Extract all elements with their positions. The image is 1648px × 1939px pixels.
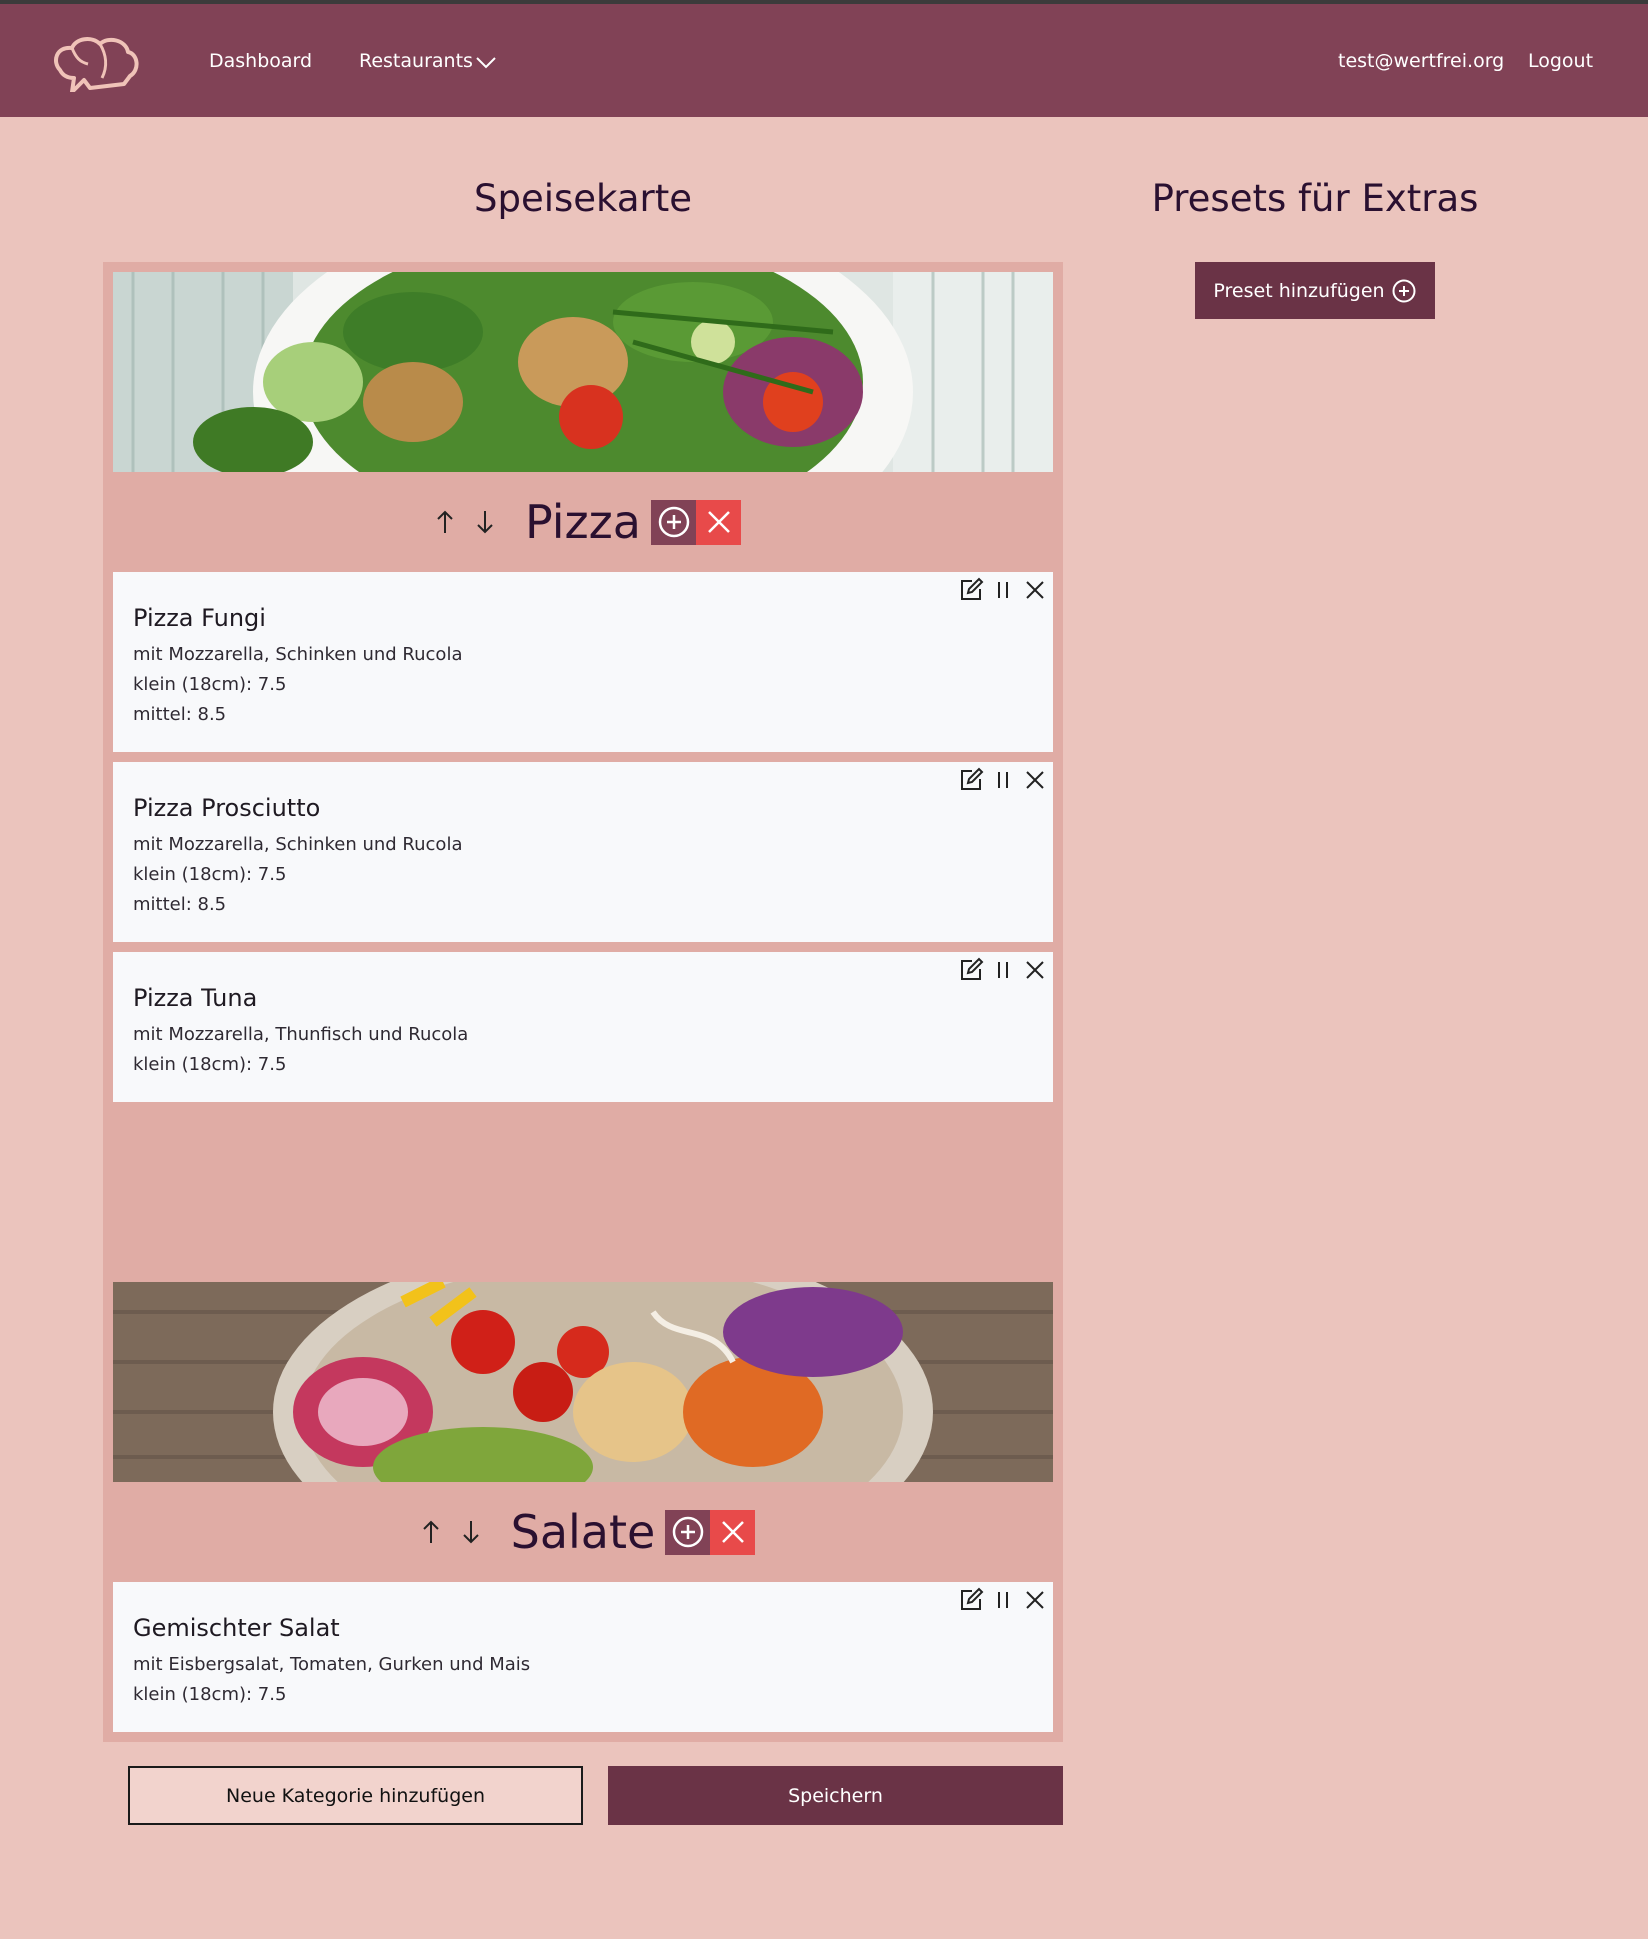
item-price: klein (18cm): 7.5	[133, 1684, 287, 1705]
arrow-down-icon[interactable]	[471, 506, 499, 538]
item-price: mittel: 8.5	[133, 894, 227, 915]
close-icon[interactable]	[1021, 956, 1049, 984]
add-preset-label: Preset hinzufügen	[1213, 279, 1385, 302]
nav-restaurants-dropdown[interactable]: Restaurants	[359, 50, 497, 72]
arrow-up-icon[interactable]	[431, 506, 459, 538]
item-price: klein (18cm): 7.5	[133, 674, 287, 695]
plus-circle-icon	[1392, 279, 1416, 302]
close-icon[interactable]	[1021, 766, 1049, 794]
arrow-down-icon[interactable]	[457, 1516, 485, 1548]
delete-category-button[interactable]	[696, 499, 741, 545]
item-title: Pizza Fungi	[133, 604, 266, 632]
category-title: Salate	[510, 1505, 656, 1559]
close-icon	[721, 1521, 744, 1543]
close-icon	[707, 511, 730, 533]
add-category-button[interactable]: Neue Kategorie hinzufügen	[128, 1766, 583, 1825]
item-tools	[957, 1586, 1049, 1614]
item-description: mit Mozzarella, Schinken und Rucola	[133, 834, 463, 855]
edit-icon[interactable]	[957, 1586, 985, 1614]
pause-icon[interactable]	[989, 956, 1017, 984]
item-tools	[957, 956, 1049, 984]
add-item-button[interactable]	[651, 499, 696, 545]
pause-icon[interactable]	[989, 766, 1017, 794]
pause-icon[interactable]	[989, 1586, 1017, 1614]
item-price: klein (18cm): 7.5	[133, 1054, 287, 1075]
category-image-salate	[113, 1282, 1053, 1482]
menu-panel: Pizza Pizza Fungi mit Mozzarella, Schink…	[103, 262, 1063, 1742]
navbar: Dashboard Restaurants test@wertfrei.org …	[0, 4, 1648, 117]
save-button[interactable]: Speichern	[608, 1766, 1063, 1825]
plus-circle-icon	[658, 506, 689, 538]
item-tools	[957, 766, 1049, 794]
edit-icon[interactable]	[957, 576, 985, 604]
menu-item-card: Pizza Fungi mit Mozzarella, Schinken und…	[113, 572, 1053, 752]
presets-heading: Presets für Extras	[1151, 177, 1479, 220]
nav-dashboard-link[interactable]: Dashboard	[209, 50, 312, 72]
close-icon[interactable]	[1021, 1586, 1049, 1614]
close-icon[interactable]	[1021, 576, 1049, 604]
category-header-salate: Salate	[103, 1502, 1063, 1562]
item-title: Gemischter Salat	[133, 1614, 340, 1642]
delete-category-button[interactable]	[710, 1509, 756, 1555]
item-description: mit Eisbergsalat, Tomaten, Gurken und Ma…	[133, 1654, 531, 1675]
nav-restaurants-label: Restaurants	[359, 50, 473, 72]
category-title: Pizza	[525, 495, 641, 549]
menu-heading: Speisekarte	[474, 177, 692, 220]
arrow-up-icon[interactable]	[417, 1516, 445, 1548]
category-header-pizza: Pizza	[103, 492, 1063, 552]
add-preset-button[interactable]: Preset hinzufügen	[1195, 262, 1435, 319]
menu-item-card: Pizza Prosciutto mit Mozzarella, Schinke…	[113, 762, 1053, 942]
pause-icon[interactable]	[989, 576, 1017, 604]
edit-icon[interactable]	[957, 956, 985, 984]
add-item-button[interactable]	[665, 1509, 711, 1555]
category-image-pizza	[113, 272, 1053, 472]
nav-user-email[interactable]: test@wertfrei.org	[1338, 50, 1504, 72]
item-title: Pizza Tuna	[133, 984, 258, 1012]
item-description: mit Mozzarella, Thunfisch und Rucola	[133, 1024, 469, 1045]
chevron-down-icon	[476, 56, 496, 68]
item-description: mit Mozzarella, Schinken und Rucola	[133, 644, 463, 665]
chef-hat-logo-icon[interactable]	[50, 32, 140, 92]
plus-circle-icon	[672, 1516, 704, 1548]
item-price: mittel: 8.5	[133, 704, 227, 725]
edit-icon[interactable]	[957, 766, 985, 794]
nav-logout-link[interactable]: Logout	[1528, 50, 1593, 72]
menu-item-card: Pizza Tuna mit Mozzarella, Thunfisch und…	[113, 952, 1053, 1102]
item-title: Pizza Prosciutto	[133, 794, 321, 822]
menu-item-card: Gemischter Salat mit Eisbergsalat, Tomat…	[113, 1582, 1053, 1732]
item-tools	[957, 576, 1049, 604]
item-price: klein (18cm): 7.5	[133, 864, 287, 885]
